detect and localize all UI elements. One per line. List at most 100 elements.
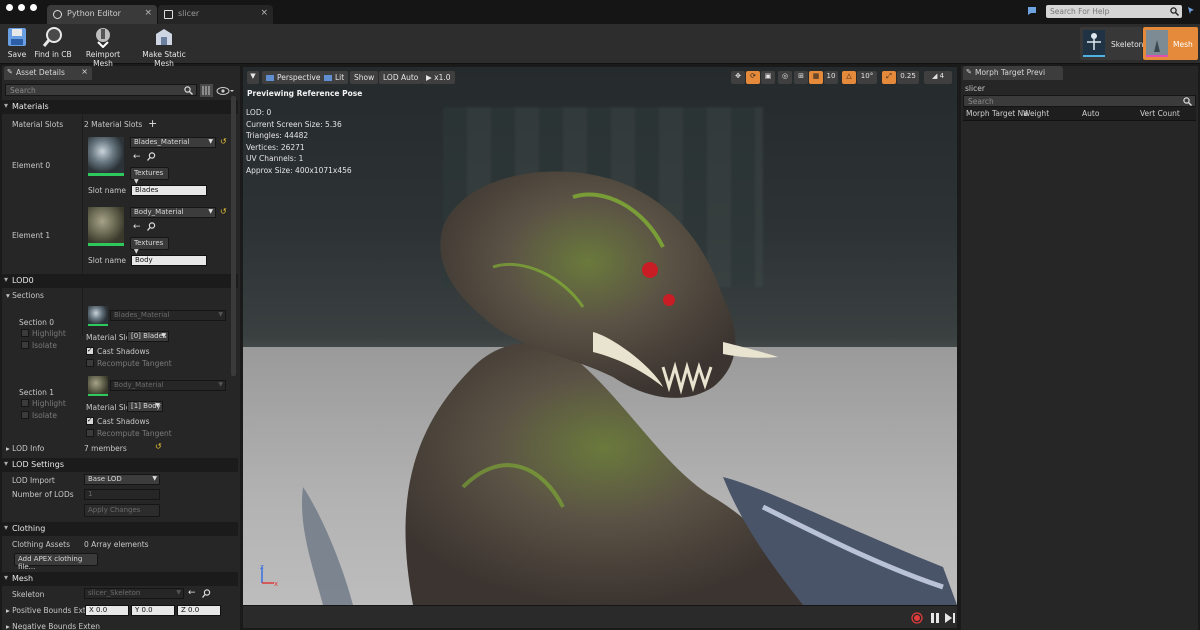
positive-bounds-y-input[interactable]: Y 0.0 — [131, 605, 175, 616]
pause-icon[interactable] — [930, 612, 940, 624]
isolate-checkbox[interactable] — [21, 411, 29, 419]
eye-visibility-icon[interactable] — [216, 86, 234, 96]
clothing-assets-label: Clothing Assets — [12, 540, 70, 549]
viewport-options-dropdown[interactable]: ▼ — [247, 71, 259, 84]
section-material-picker[interactable]: Blades_Material ▼ — [110, 310, 226, 321]
translate-mode-icon[interactable]: ✥ — [731, 71, 745, 84]
cast-shadows-checkbox[interactable] — [86, 416, 94, 425]
tab-slicer[interactable]: slicer × — [158, 5, 273, 24]
textures-dropdown[interactable]: Textures ▼ — [130, 167, 169, 185]
lod-settings-category[interactable]: LOD Settings — [2, 458, 238, 472]
skeleton-picker[interactable]: slicer_Skeleton ▼ — [84, 588, 184, 599]
skip-forward-icon[interactable] — [944, 612, 956, 624]
add-icon[interactable]: + — [148, 117, 157, 130]
apply-changes-button[interactable]: Apply Changes — [84, 504, 160, 517]
cast-shadows-checkbox[interactable] — [86, 346, 94, 355]
scale-mode-icon[interactable]: ▣ — [761, 71, 775, 84]
window-close-dot[interactable] — [6, 4, 13, 11]
surface-snap-icon[interactable]: ⊞ — [794, 71, 808, 84]
browse-search-icon[interactable] — [147, 152, 156, 161]
world-local-icon[interactable]: ◎ — [778, 71, 792, 84]
skeleton-mode-button[interactable]: Skeleton — [1080, 27, 1143, 60]
column-vert-count[interactable]: Vert Count — [1140, 109, 1180, 118]
mesh-viewport[interactable]: ▼ Perspective Lit Show LOD Auto ▶ x1.0 ✥… — [243, 67, 957, 605]
use-selected-arrow-icon[interactable]: ← — [188, 588, 196, 598]
details-search-input[interactable]: Search — [5, 84, 197, 96]
positive-bounds-x-input[interactable]: X 0.0 — [85, 605, 129, 616]
material-thumbnail-blades[interactable] — [88, 137, 124, 176]
asset-details-tab[interactable]: ✎ Asset Details × — [4, 66, 92, 80]
morph-target-tab[interactable]: ✎ Morph Target Previ — [963, 66, 1063, 80]
lod-auto-button[interactable]: LOD Auto — [379, 71, 423, 84]
slot-name-input-blades[interactable]: Blades — [131, 185, 207, 196]
rotate-mode-icon[interactable]: ⟳ — [746, 71, 760, 84]
grid-snap-icon[interactable]: ▦ — [809, 71, 823, 84]
material-slot-dropdown[interactable]: [1] Body ▼ — [127, 401, 163, 412]
rotation-snap-value[interactable]: 10° — [857, 71, 877, 84]
perspective-button[interactable]: Perspective — [262, 71, 325, 84]
scale-snap-value[interactable]: 0.25 — [897, 71, 919, 84]
scale-snap-icon[interactable]: ⤢ — [882, 71, 896, 84]
positive-bounds-row[interactable]: ▸ Positive Bounds Exten — [6, 606, 95, 615]
feedback-icon[interactable] — [1027, 6, 1037, 16]
close-icon[interactable]: × — [260, 8, 268, 18]
browse-search-icon[interactable] — [147, 222, 156, 231]
find-in-cb-button[interactable]: Find in CB — [34, 26, 72, 59]
rotation-snap-icon[interactable]: △ — [842, 71, 856, 84]
materials-category[interactable]: Materials — [2, 100, 238, 114]
add-apex-clothing-button[interactable]: Add APEX clothing file... — [14, 553, 98, 571]
morph-search-input[interactable]: Search — [963, 95, 1196, 107]
reimport-mesh-button[interactable]: Reimport Mesh — [77, 26, 129, 68]
browse-search-icon[interactable] — [202, 589, 211, 598]
lod-info-row[interactable]: ▸ LOD Info — [6, 444, 44, 453]
help-search-input[interactable]: Search For Help — [1046, 5, 1182, 18]
property-matrix-icon[interactable] — [200, 84, 213, 97]
number-of-lods-input[interactable]: 1 — [84, 489, 160, 500]
material-picker-body[interactable]: Body_Material ▼ — [130, 207, 216, 218]
playback-speed-button[interactable]: ▶ x1.0 — [422, 71, 455, 84]
slot-name-input-body[interactable]: Body — [131, 255, 207, 266]
negative-bounds-row[interactable]: ▸ Negative Bounds Exten — [6, 622, 100, 630]
camera-speed-button[interactable]: ◢ 4 — [924, 71, 952, 84]
textures-dropdown[interactable]: Textures ▼ — [130, 237, 169, 255]
lit-button[interactable]: Lit — [320, 71, 349, 84]
mesh-mode-button[interactable]: Mesh — [1143, 27, 1198, 60]
save-button[interactable]: Save — [4, 26, 30, 59]
section-material-picker[interactable]: Body_Material ▼ — [110, 380, 226, 391]
use-selected-arrow-icon[interactable]: ← — [133, 152, 141, 162]
section-material-thumbnail — [88, 306, 108, 326]
close-icon[interactable]: × — [144, 8, 152, 18]
highlight-checkbox[interactable] — [21, 329, 29, 337]
column-morph-target-name[interactable]: Morph Target Na — [966, 109, 1028, 118]
record-icon[interactable] — [911, 612, 923, 624]
sections-label[interactable]: ▾ Sections — [6, 291, 44, 300]
use-selected-arrow-icon[interactable]: ← — [133, 222, 141, 232]
show-button[interactable]: Show — [350, 71, 379, 84]
clothing-category[interactable]: Clothing — [2, 522, 238, 536]
reset-arrow-icon[interactable]: ↺ — [220, 207, 227, 216]
column-auto[interactable]: Auto — [1082, 109, 1099, 118]
recompute-tangent-checkbox[interactable] — [86, 359, 94, 367]
lod0-category[interactable]: LOD0 — [2, 274, 238, 288]
grid-snap-value[interactable]: 10 — [824, 71, 838, 84]
details-scrollbar[interactable] — [231, 96, 236, 376]
material-thumbnail-body[interactable] — [88, 207, 124, 246]
material-slot-dropdown[interactable]: [0] Blades ▼ — [127, 331, 169, 342]
reset-arrow-icon[interactable]: ↺ — [155, 442, 162, 451]
close-icon[interactable]: × — [81, 67, 88, 76]
reset-arrow-icon[interactable]: ↺ — [220, 137, 227, 146]
recompute-tangent-checkbox[interactable] — [86, 429, 94, 437]
pin-icon[interactable] — [1186, 5, 1196, 15]
positive-bounds-z-input[interactable]: Z 0.0 — [177, 605, 221, 616]
window-maximize-dot[interactable] — [30, 4, 37, 11]
highlight-checkbox[interactable] — [21, 399, 29, 407]
tab-python-editor[interactable]: Python Editor × — [47, 5, 157, 24]
mesh-category[interactable]: Mesh — [2, 572, 238, 586]
make-static-mesh-button[interactable]: Make Static Mesh — [133, 26, 195, 68]
window-minimize-dot[interactable] — [18, 4, 25, 11]
column-weight[interactable]: Weight — [1023, 109, 1049, 118]
lod-import-dropdown[interactable]: Base LOD ▼ — [84, 474, 160, 485]
isolate-checkbox[interactable] — [21, 341, 29, 349]
material-picker-blades[interactable]: Blades_Material ▼ — [130, 137, 216, 148]
chevron-down-icon: ▼ — [176, 589, 181, 596]
